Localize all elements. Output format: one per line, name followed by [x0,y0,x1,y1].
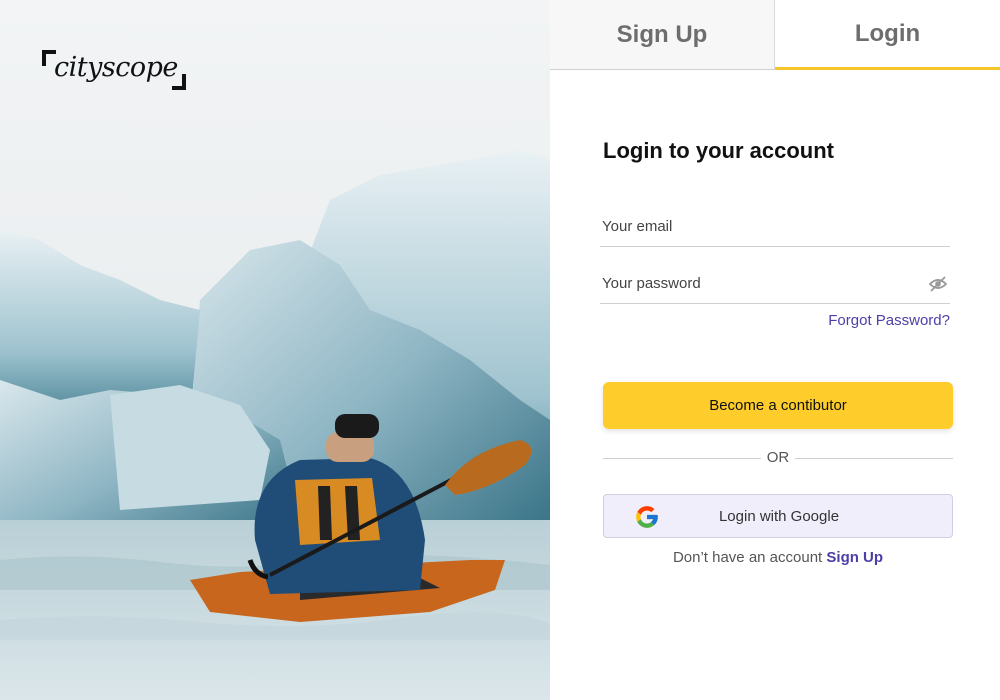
become-contributor-button[interactable]: Become a contibutor [603,382,953,429]
password-input[interactable] [600,264,950,303]
signup-prompt-text: Don’t have an account [672,549,823,566]
sign-up-link[interactable]: Sign Up [826,549,883,566]
cityscope-logo[interactable]: cityscope [42,50,188,90]
eye-off-icon[interactable] [928,275,948,293]
google-button-label: Login with Google [718,508,840,525]
login-with-google-button[interactable]: Login with Google [603,494,953,538]
forgot-password-link[interactable]: Forgot Password? [828,312,950,329]
logo-corner-bottom-right [172,74,186,90]
auth-tabs: Sign Up Login [550,0,1000,70]
form-title: Login to your account [603,138,834,163]
kayaker-glacier-photo [0,0,550,700]
or-divider: OR [603,448,953,468]
email-field [600,207,950,247]
tab-login[interactable]: Login [775,0,1000,70]
password-field [600,264,950,304]
hero-image: cityscope [0,0,550,700]
divider-line-right [795,458,953,459]
logo-text: cityscope [54,52,178,83]
tab-sign-up[interactable]: Sign Up [550,0,775,70]
auth-panel: Sign Up Login Login to your account Forg… [550,0,1000,700]
signup-prompt-row: Don’t have an account Sign Up [603,549,953,566]
email-input[interactable] [600,207,950,246]
